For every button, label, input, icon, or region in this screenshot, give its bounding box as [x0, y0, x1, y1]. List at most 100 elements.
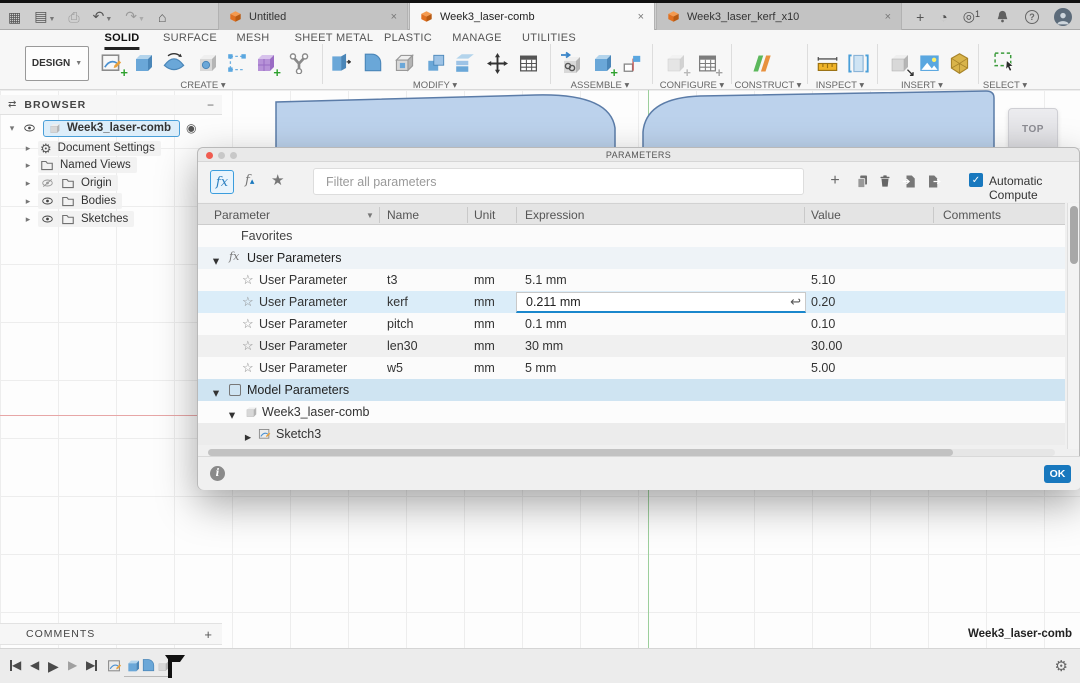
file-menu-button[interactable]: ▤▼ — [34, 9, 55, 24]
modify-group-label[interactable]: MODIFY ▾ — [413, 80, 457, 91]
section-analysis-button[interactable] — [845, 50, 871, 76]
column-expression[interactable]: Expression — [525, 208, 584, 222]
timeline-sketch-feature[interactable] — [106, 657, 123, 674]
step-forward-button[interactable]: ▶ — [68, 658, 77, 672]
chevron-right-icon[interactable]: ▸ — [24, 214, 32, 225]
horizontal-scrollbar[interactable] — [208, 449, 1055, 456]
close-icon[interactable]: × — [391, 11, 397, 23]
import-csv-button[interactable] — [900, 172, 918, 190]
timeline-position-marker[interactable] — [165, 655, 185, 678]
eye-icon[interactable] — [40, 213, 55, 225]
chevron-down-icon[interactable]: ▾ — [228, 407, 236, 422]
user-avatar[interactable] — [1054, 7, 1072, 26]
assemble-group-label[interactable]: ASSEMBLE ▾ — [571, 80, 630, 91]
doc-tab-week3-laser-kerf-x10[interactable]: Week3_laser_kerf_x10 × — [656, 3, 902, 30]
ribbon-tab-manage[interactable]: MANAGE — [452, 32, 501, 47]
split-body-button[interactable] — [452, 50, 478, 76]
ribbon-tab-mesh[interactable]: MESH — [237, 32, 270, 47]
pipe-button[interactable] — [286, 50, 312, 76]
param-expression[interactable]: 30 mm — [525, 339, 563, 353]
favorite-star-icon[interactable]: ☆ — [242, 294, 254, 310]
press-pull-button[interactable] — [327, 50, 353, 76]
export-csv-button[interactable] — [924, 172, 942, 190]
ribbon-tab-plastic[interactable]: PLASTIC — [384, 32, 432, 47]
create-group-label[interactable]: CREATE ▾ — [180, 80, 225, 91]
go-to-end-button[interactable]: ▶ — [86, 658, 98, 672]
chevron-right-icon[interactable]: ▸ — [24, 143, 32, 154]
param-name[interactable]: kerf — [387, 295, 408, 309]
browser-item-bodies[interactable]: ▸ Bodies — [24, 192, 123, 210]
param-expression[interactable]: 5 mm — [525, 361, 556, 375]
play-button[interactable]: ▶ — [48, 658, 59, 675]
chevron-right-icon[interactable]: ▸ — [24, 178, 32, 189]
go-to-beginning-button[interactable]: ◀ — [10, 658, 21, 672]
configure-button[interactable]: + — [662, 50, 691, 79]
param-name[interactable]: pitch — [387, 317, 413, 331]
timeline-settings-gear-icon[interactable]: ⚙ — [1055, 657, 1068, 675]
info-icon[interactable]: i — [210, 466, 225, 481]
home-icon[interactable]: ⌂ — [158, 10, 166, 24]
param-name[interactable]: t3 — [387, 273, 397, 287]
close-icon[interactable]: × — [885, 11, 891, 23]
app-grid-icon[interactable]: ▦ — [8, 10, 21, 24]
favorite-star-icon[interactable]: ☆ — [242, 360, 254, 376]
column-comments[interactable]: Comments — [943, 208, 1001, 222]
new-component-button[interactable]: + — [589, 50, 618, 79]
favorites-filter-icon[interactable]: ★ — [271, 171, 284, 189]
model-parameters-group-row[interactable]: ▾ Model Parameters — [198, 379, 1065, 401]
doc-tab-week3-laser-comb[interactable]: Week3_laser-comb × — [409, 3, 655, 30]
user-parameters-group-row[interactable]: ▾ fx User Parameters — [198, 247, 1065, 269]
shell-button[interactable] — [391, 50, 417, 76]
eye-off-icon[interactable] — [40, 177, 55, 189]
activate-radio-icon[interactable]: ◉ — [186, 121, 196, 135]
favorite-star-icon[interactable]: ☆ — [242, 338, 254, 354]
add-comment-icon[interactable]: + — [204, 627, 212, 642]
joint-button[interactable] — [619, 50, 645, 76]
dialog-titlebar[interactable]: PARAMETERS — [198, 148, 1079, 162]
canvas-button[interactable] — [916, 50, 942, 76]
pattern-button[interactable] — [224, 50, 250, 76]
notifications-bell-icon[interactable] — [995, 9, 1010, 24]
favorite-star-icon[interactable]: ☆ — [242, 316, 254, 332]
chevron-right-icon[interactable]: ▸ — [244, 429, 252, 444]
param-row-w5[interactable]: ☆ User Parameter w5 mm 5 mm 5.00 — [198, 357, 1065, 379]
construct-group-label[interactable]: CONSTRUCT ▾ — [735, 80, 802, 91]
decal-button[interactable] — [946, 50, 972, 76]
measure-button[interactable] — [814, 50, 840, 76]
view-cube[interactable]: TOP — [1008, 108, 1058, 150]
step-back-button[interactable]: ◀ — [30, 658, 39, 672]
param-name[interactable]: w5 — [387, 361, 403, 375]
ribbon-tab-solid[interactable]: SOLID — [104, 32, 140, 50]
configure-group-label[interactable]: CONFIGURE ▾ — [660, 80, 724, 91]
revolve-button[interactable] — [161, 50, 187, 76]
extrude-button[interactable] — [130, 50, 156, 76]
undo-button[interactable]: ↶▼ — [93, 9, 113, 24]
combine-button[interactable] — [423, 50, 449, 76]
chevron-right-icon[interactable]: ▸ — [24, 160, 32, 171]
ribbon-tab-utilities[interactable]: UTILITIES — [522, 32, 576, 47]
comments-panel[interactable]: COMMENTS + — [0, 623, 222, 645]
redo-button[interactable]: ↷▼ — [125, 9, 145, 24]
column-value[interactable]: Value — [811, 208, 841, 222]
workspace-selector[interactable]: DESIGN ▼ — [25, 46, 89, 81]
configuration-table-button[interactable]: + — [694, 50, 723, 79]
param-row-t3[interactable]: ☆ User Parameter t3 mm 5.1 mm 5.10 — [198, 269, 1065, 291]
param-row-pitch[interactable]: ☆ User Parameter pitch mm 0.1 mm 0.10 — [198, 313, 1065, 335]
add-parameter-button[interactable]: + — [826, 172, 844, 190]
revert-icon[interactable]: ↩ — [790, 294, 805, 310]
horizontal-scrollbar-thumb[interactable] — [208, 449, 953, 456]
fillet-button[interactable] — [360, 50, 386, 76]
close-icon[interactable]: × — [638, 11, 644, 23]
model-sketch-row[interactable]: ▸ Sketch3 — [198, 423, 1065, 445]
user-parameters-filter-icon[interactable]: f▴ — [245, 173, 254, 188]
browser-item-document-settings[interactable]: ▸ ⚙ Document Settings — [24, 139, 161, 157]
ribbon-tab-surface[interactable]: SURFACE — [163, 32, 217, 47]
doc-tab-untitled[interactable]: Untitled × — [218, 3, 408, 30]
construct-plane-button[interactable] — [748, 50, 774, 76]
vertical-scrollbar[interactable] — [1067, 203, 1079, 449]
select-group-label[interactable]: SELECT ▾ — [983, 80, 1027, 91]
eye-icon[interactable] — [22, 122, 37, 134]
vertical-scrollbar-thumb[interactable] — [1070, 206, 1078, 264]
derive-button[interactable] — [558, 50, 584, 76]
browser-item-origin[interactable]: ▸ Origin — [24, 174, 118, 192]
